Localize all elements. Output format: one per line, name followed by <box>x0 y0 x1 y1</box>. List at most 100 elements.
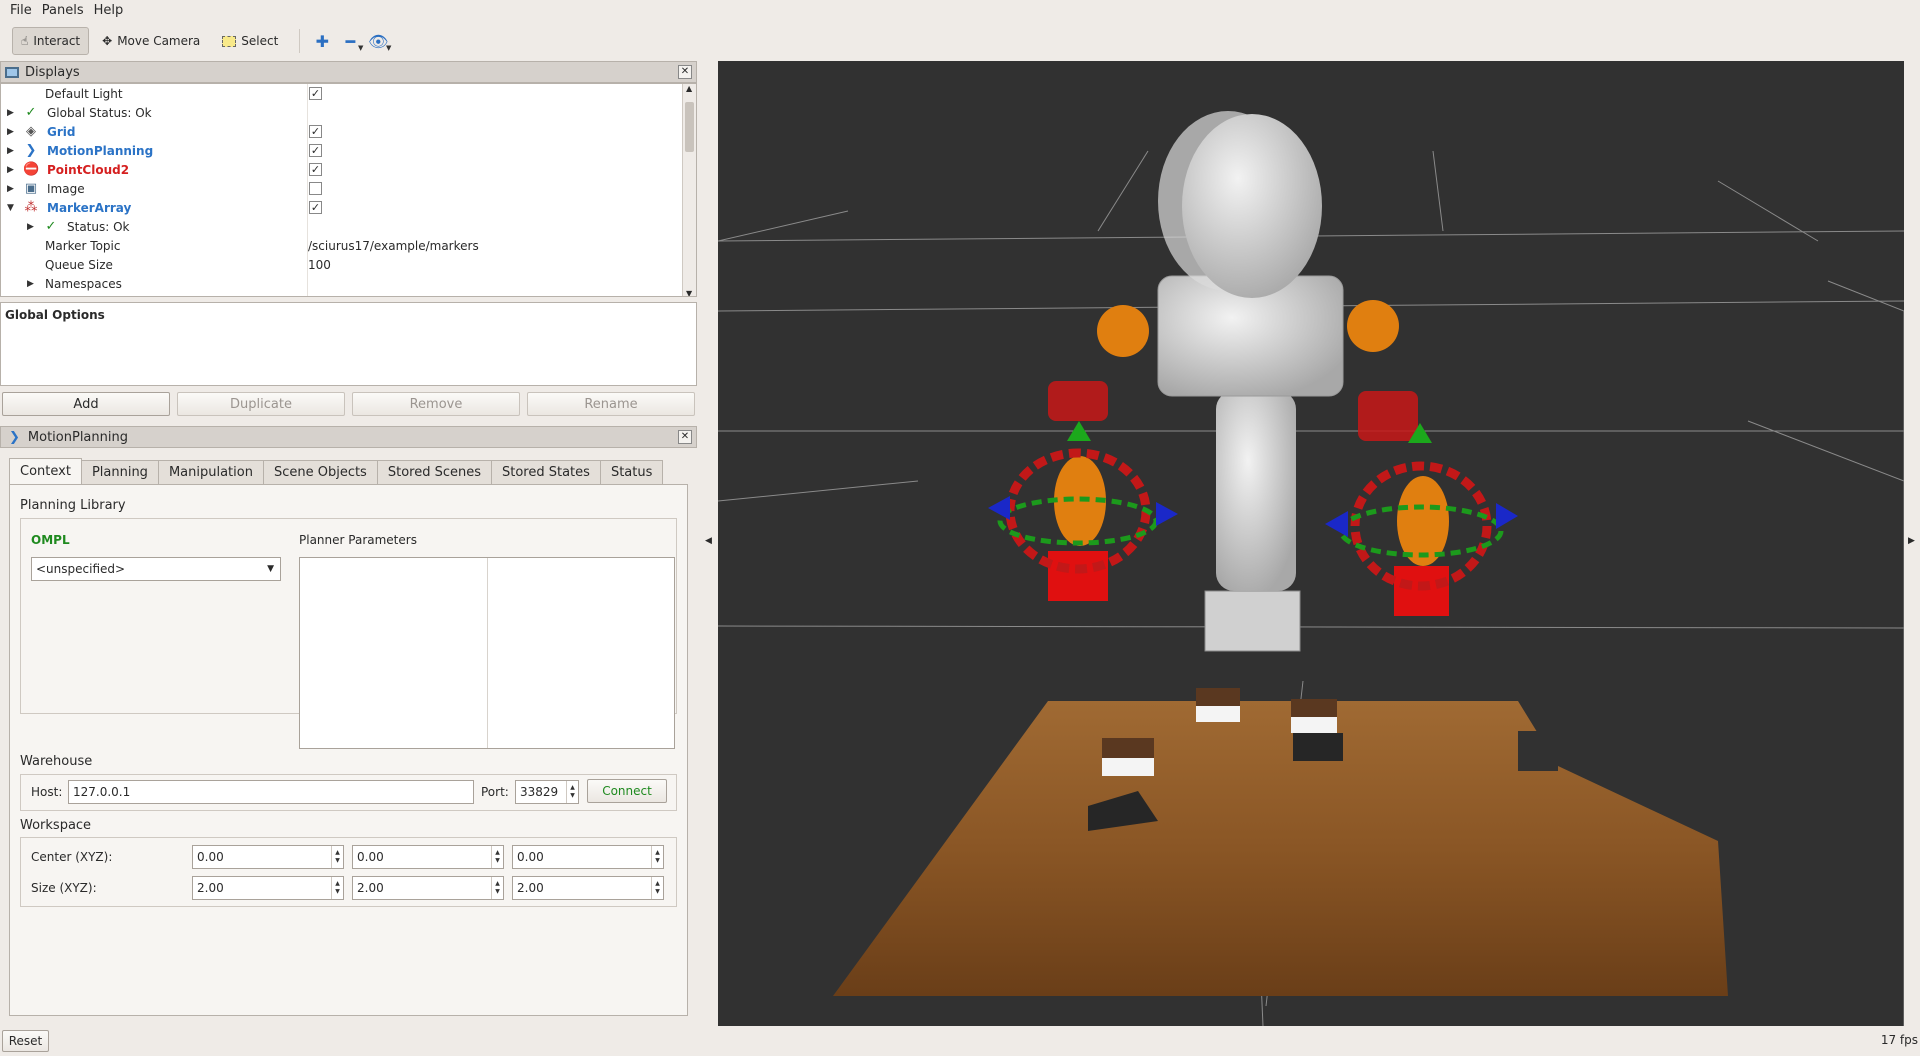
center-y-input[interactable]: 0.00 ▲ ▼ <box>352 845 504 869</box>
fps-readout: 17 fps <box>1880 1033 1918 1047</box>
tree-row-image[interactable]: ▶ ▣ Image <box>1 179 696 198</box>
pointcloud2-label: PointCloud2 <box>47 162 130 177</box>
image-label: Image <box>47 181 85 196</box>
size-y-stepper[interactable]: ▲ ▼ <box>491 877 503 899</box>
expand-arrow-icon[interactable]: ▶ <box>27 222 34 232</box>
collapse-left-icon[interactable]: ◀ <box>705 536 712 546</box>
expand-arrow-icon[interactable]: ▶ <box>7 146 14 156</box>
tree-row-queue-size[interactable]: Queue Size 100 <box>1 255 696 274</box>
add-tool-icon[interactable]: ✚ <box>308 27 336 55</box>
rename-display-button[interactable]: Rename <box>527 392 695 416</box>
size-z-stepper[interactable]: ▲ ▼ <box>651 877 663 899</box>
expand-arrow-icon[interactable]: ▶ <box>7 108 14 118</box>
displays-title-bar: Displays ✕ <box>0 61 697 83</box>
reset-button[interactable]: Reset <box>2 1030 49 1052</box>
host-input[interactable]: 127.0.0.1 <box>68 780 474 804</box>
tree-row-namespaces[interactable]: ▶ Namespaces <box>1 274 696 293</box>
tab-stored-scenes[interactable]: Stored Scenes <box>376 460 492 484</box>
tree-row-status[interactable]: ▶ ✓ Status: Ok <box>1 217 696 236</box>
tab-manipulation[interactable]: Manipulation <box>157 460 264 484</box>
remove-tool-icon[interactable]: ━ ▼ <box>336 27 364 55</box>
tree-row-global-status[interactable]: ▶ ✓ Global Status: Ok <box>1 103 696 122</box>
move-camera-tool-button[interactable]: ✥ Move Camera <box>93 27 209 55</box>
motion-planning-panel-header: ❯ MotionPlanning ✕ <box>0 426 697 448</box>
move-camera-label: Move Camera <box>117 34 201 48</box>
scene-render <box>718 111 1904 1026</box>
center-x-value: 0.00 <box>197 850 224 864</box>
tree-row-marker-topic[interactable]: Marker Topic /sciurus17/example/markers <box>1 236 696 255</box>
pointcloud2-checkbox[interactable]: ✓ <box>309 163 322 176</box>
tab-status[interactable]: Status <box>599 460 664 484</box>
menu-help[interactable]: Help <box>94 3 124 18</box>
size-x-input[interactable]: 2.00 ▲ ▼ <box>192 876 344 900</box>
motion-planning-icon: ❯ <box>9 429 20 445</box>
tab-context[interactable]: Context <box>9 458 82 484</box>
planner-select-value: <unspecified> <box>36 562 126 576</box>
namespaces-label: Namespaces <box>45 276 122 291</box>
move-arrows-icon: ✥ <box>102 34 113 48</box>
center-x-input[interactable]: 0.00 ▲ ▼ <box>192 845 344 869</box>
expand-arrow-icon[interactable]: ▶ <box>7 184 14 194</box>
tree-row-marker-array[interactable]: ▼ ⁂ MarkerArray ✓ <box>1 198 696 217</box>
global-status-label: Global Status: Ok <box>47 105 152 120</box>
center-y-stepper[interactable]: ▲ ▼ <box>491 846 503 868</box>
interact-tool-button[interactable]: ☝ Interact <box>12 27 90 55</box>
tree-row-pointcloud2[interactable]: ▶ ⛔ PointCloud2 ✓ <box>1 160 696 179</box>
tab-stored-states[interactable]: Stored States <box>491 460 601 484</box>
context-tab-panel: Planning Library OMPL <unspecified> ▼ Pl… <box>9 484 688 1016</box>
wood-table <box>833 701 1728 996</box>
workspace-group: Center (XYZ): 0.00 ▲ ▼ 0.00 ▲ ▼ 0.00 ▲ ▼ Size … <box>20 837 677 907</box>
grid-icon: ◈ <box>26 124 36 139</box>
tab-planning[interactable]: Planning <box>80 460 159 484</box>
hand-pointer-icon: ☝ <box>21 34 29 48</box>
image-checkbox[interactable] <box>309 182 322 195</box>
duplicate-display-button[interactable]: Duplicate <box>177 392 345 416</box>
marker-array-checkbox[interactable]: ✓ <box>309 201 322 214</box>
center-z-stepper[interactable]: ▲ ▼ <box>651 846 663 868</box>
tree-row-grid[interactable]: ▶ ◈ Grid ✓ <box>1 122 696 141</box>
size-z-input[interactable]: 2.00 ▲ ▼ <box>512 876 664 900</box>
planner-parameters-label: Planner Parameters <box>299 533 417 547</box>
host-label: Host: <box>31 785 63 799</box>
expand-arrow-icon[interactable]: ▶ <box>7 127 14 137</box>
default-light-label: Default Light <box>45 86 123 101</box>
select-tool-button[interactable]: Select <box>213 27 287 55</box>
center-y-value: 0.00 <box>357 850 384 864</box>
remove-display-button[interactable]: Remove <box>352 392 520 416</box>
queue-size-value[interactable]: 100 <box>308 258 331 272</box>
motion-planning-checkbox[interactable]: ✓ <box>309 144 322 157</box>
port-stepper[interactable]: ▲ ▼ <box>566 781 578 803</box>
motion-planning-label: MotionPlanning <box>47 143 154 158</box>
connect-button[interactable]: Connect <box>587 779 667 803</box>
collapse-right-icon[interactable]: ▶ <box>1908 536 1915 546</box>
description-title: Global Options <box>5 308 105 322</box>
size-x-stepper[interactable]: ▲ ▼ <box>331 877 343 899</box>
tree-row-motion-planning[interactable]: ▶ ❯ MotionPlanning ✓ <box>1 141 696 160</box>
planning-library-label: Planning Library <box>20 498 126 513</box>
marker-array-icon: ⁂ <box>24 200 38 215</box>
planner-parameters-table[interactable] <box>299 557 675 749</box>
default-light-checkbox[interactable]: ✓ <box>309 87 322 100</box>
marker-topic-value[interactable]: /sciurus17/example/markers <box>308 239 479 253</box>
size-y-input[interactable]: 2.00 ▲ ▼ <box>352 876 504 900</box>
port-value: 33829 <box>520 785 559 799</box>
menu-file[interactable]: File <box>10 3 32 18</box>
center-z-input[interactable]: 0.00 ▲ ▼ <box>512 845 664 869</box>
3d-viewport[interactable] <box>718 61 1904 1026</box>
planner-select[interactable]: <unspecified> ▼ <box>31 557 281 581</box>
tab-scene-objects[interactable]: Scene Objects <box>262 460 378 484</box>
add-display-button[interactable]: Add <box>2 392 170 416</box>
selection-rectangle-icon <box>222 35 237 47</box>
grid-checkbox[interactable]: ✓ <box>309 125 322 138</box>
planning-library-group: OMPL <unspecified> ▼ Planner Parameters <box>20 518 677 749</box>
eye-view-icon[interactable]: 👁 ▼ <box>364 27 392 55</box>
close-icon[interactable]: ✕ <box>678 65 692 79</box>
port-input[interactable]: 33829 ▲ ▼ <box>515 780 579 804</box>
close-icon[interactable]: ✕ <box>678 430 692 444</box>
center-x-stepper[interactable]: ▲ ▼ <box>331 846 343 868</box>
expand-arrow-icon[interactable]: ▶ <box>27 279 34 289</box>
expand-arrow-icon[interactable]: ▶ <box>7 165 14 175</box>
tree-row-default-light[interactable]: Default Light ✓ <box>1 84 696 103</box>
menu-panels[interactable]: Panels <box>42 3 84 18</box>
collapse-arrow-icon[interactable]: ▼ <box>7 203 14 213</box>
